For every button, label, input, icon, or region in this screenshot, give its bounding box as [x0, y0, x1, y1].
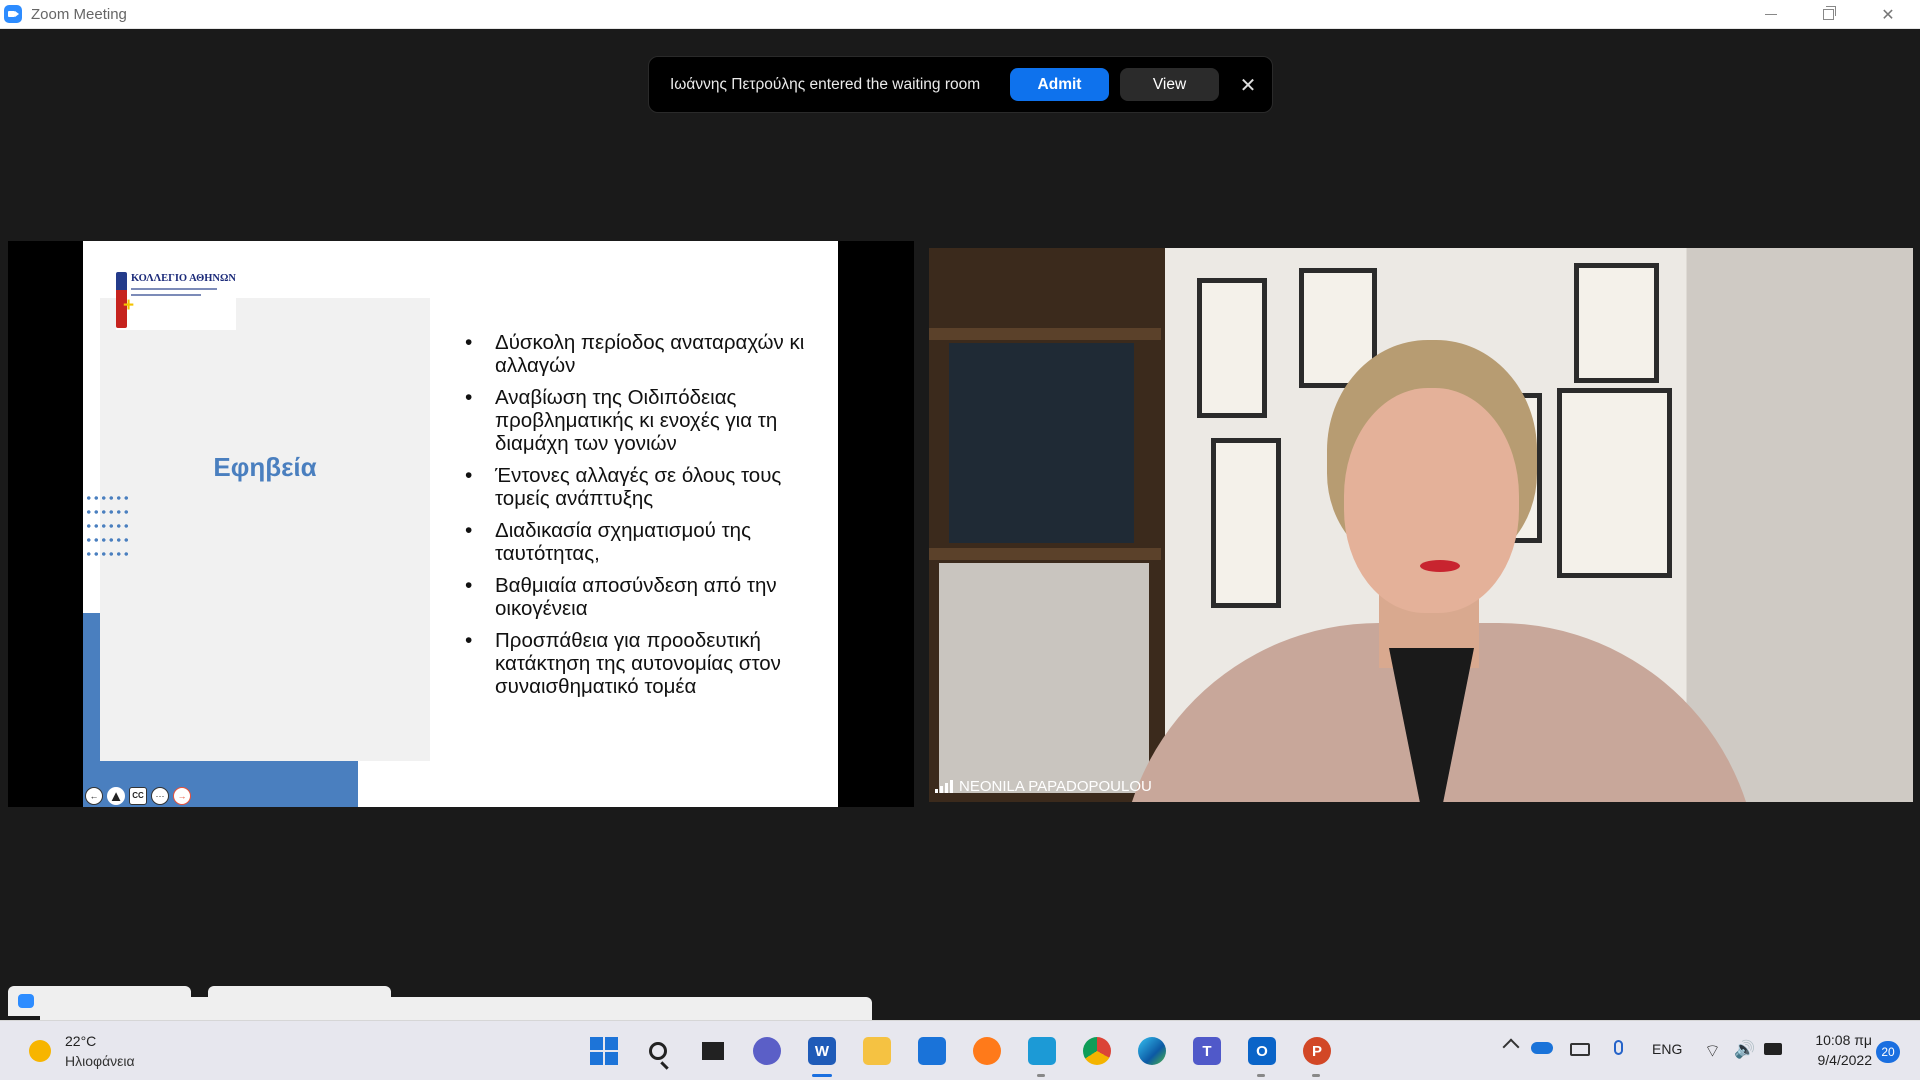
windows-taskbar: 22°C Ηλιοφάνεια W T O P ENG ⌔ 🔊 10:08 πμ… [0, 1020, 1920, 1080]
weather-temperature[interactable]: 22°C [65, 1033, 96, 1049]
video-shelf [929, 328, 1161, 340]
participant-video-tile[interactable]: NEONILA PAPADOPOULOU [929, 248, 1913, 802]
slide-title-panel [100, 298, 430, 761]
start-button[interactable] [587, 1034, 621, 1068]
waiting-room-message: Ιωάννης Πετρούλης entered the waiting ro… [670, 75, 981, 93]
outlook-button[interactable]: O [1245, 1034, 1279, 1077]
slideshow-controls: ← ▲ CC ··· → [85, 786, 191, 806]
teams-chat-button[interactable] [750, 1034, 784, 1068]
mail-button[interactable] [915, 1034, 949, 1068]
volume-icon[interactable]: 🔊 [1734, 1040, 1755, 1060]
zoom-logo-icon [4, 5, 22, 23]
slide-title: Εφηβεία [213, 452, 317, 482]
window-title: Zoom Meeting [31, 5, 127, 23]
zoom-app-button[interactable] [1025, 1034, 1059, 1077]
notification-badge[interactable]: 20 [1876, 1041, 1900, 1063]
wifi-icon[interactable]: ⌔ [1704, 1040, 1721, 1063]
slide-bullet-list: Δύσκολη περίοδος αναταραχών κι αλλαγών Α… [465, 331, 827, 707]
word-button[interactable]: W [805, 1034, 839, 1077]
keyboard-icon[interactable] [1570, 1043, 1590, 1056]
clock-date[interactable]: 9/4/2022 [1803, 1052, 1873, 1068]
windows-logo-icon [590, 1037, 618, 1065]
subtitles-icon[interactable]: CC [129, 787, 147, 805]
admit-button[interactable]: Admit [1010, 68, 1109, 101]
next-slide-icon[interactable]: → [173, 787, 191, 805]
teams-icon: T [1193, 1037, 1221, 1065]
participant-name: NEONILA PAPADOPOULOU [959, 778, 1152, 795]
wall-frame [1574, 263, 1659, 383]
task-view-icon [702, 1037, 730, 1060]
file-explorer-button[interactable] [860, 1034, 894, 1068]
participant-name-label: NEONILA PAPADOPOULOU [935, 778, 1152, 795]
chrome-button[interactable] [1080, 1034, 1114, 1068]
connection-signal-icon [935, 780, 953, 793]
previous-slide-icon[interactable]: ← [85, 787, 103, 805]
outlook-icon: O [1248, 1037, 1276, 1065]
college-crest-icon [116, 272, 134, 328]
teams-button[interactable]: T [1190, 1034, 1224, 1068]
slide-bullet: Δύσκολη περίοδος αναταραχών κι αλλαγών [465, 331, 827, 377]
firefox-button[interactable] [970, 1034, 1004, 1068]
edge-button[interactable] [1135, 1034, 1169, 1068]
folder-icon [863, 1037, 891, 1065]
video-storage-box [939, 563, 1149, 793]
slide-dot-pattern [85, 491, 129, 561]
wall-frame [1211, 438, 1281, 608]
slide-bullet: Αναβίωση της Οιδιπόδειας προβληματικής κ… [465, 386, 827, 455]
close-window-button[interactable]: ✕ [1860, 0, 1916, 29]
clock-time[interactable]: 10:08 πμ [1808, 1032, 1872, 1048]
pen-tool-icon[interactable]: ▲ [107, 787, 125, 805]
zoom-icon [18, 994, 34, 1008]
view-button[interactable]: View [1120, 68, 1219, 101]
chat-icon [753, 1037, 781, 1065]
input-language[interactable]: ENG [1652, 1041, 1682, 1057]
onedrive-icon[interactable] [1531, 1042, 1553, 1054]
powerpoint-icon: P [1303, 1037, 1331, 1065]
weather-description[interactable]: Ηλιοφάνεια [65, 1053, 135, 1069]
video-storage-box [949, 343, 1134, 543]
sun-icon[interactable] [29, 1040, 51, 1062]
restore-icon [1822, 6, 1836, 20]
edge-icon [1138, 1037, 1166, 1065]
presentation-slide: ΚΟΛΛΕΓΙΟ ΑΘΗΝΩΝ Εφηβεία Δύσκολη περίοδος… [83, 241, 838, 807]
search-button[interactable] [641, 1034, 675, 1068]
mail-icon [918, 1037, 946, 1065]
minimized-window-thumbnail[interactable] [40, 997, 872, 1020]
video-shelf [929, 548, 1161, 560]
slide-bullet: Βαθμιαία αποσύνδεση από την οικογένεια [465, 574, 827, 620]
chrome-icon [1083, 1037, 1111, 1065]
college-logo: ΚΟΛΛΕΓΙΟ ΑΘΗΝΩΝ [116, 270, 236, 330]
slide-bullet: Διαδικασία σχηματισμού της ταυτότητας, [465, 519, 827, 565]
slide-bullet: Έντονες αλλαγές σε όλους τους τομείς ανά… [465, 464, 827, 510]
firefox-icon [973, 1037, 1001, 1065]
minimize-icon [1765, 14, 1777, 15]
zoom-icon [1028, 1037, 1056, 1065]
shared-screen-tile[interactable]: ΚΟΛΛΕΓΙΟ ΑΘΗΝΩΝ Εφηβεία Δύσκολη περίοδος… [8, 241, 914, 807]
chevron-up-icon[interactable] [1502, 1038, 1520, 1056]
more-options-icon[interactable]: ··· [151, 787, 169, 805]
waiting-room-notification: Ιωάννης Πετρούλης entered the waiting ro… [648, 56, 1273, 113]
college-logo-title: ΚΟΛΛΕΓΙΟ ΑΘΗΝΩΝ [130, 273, 236, 284]
word-icon: W [808, 1037, 836, 1065]
microphone-icon[interactable] [1614, 1040, 1623, 1055]
powerpoint-button[interactable]: P [1300, 1034, 1334, 1077]
window-titlebar: Zoom Meeting ✕ [0, 0, 1920, 29]
slide-bullet: Προσπάθεια για προοδευτική κατάκτηση της… [465, 629, 827, 698]
task-view-button[interactable] [696, 1034, 730, 1068]
battery-icon[interactable] [1764, 1043, 1782, 1055]
dismiss-notification-button[interactable]: ✕ [1234, 71, 1262, 99]
minimize-button[interactable] [1743, 0, 1799, 29]
search-icon [649, 1042, 667, 1060]
wall-frame [1557, 388, 1672, 578]
wall-frame [1197, 278, 1267, 418]
participant-lips [1420, 560, 1460, 572]
participant-face [1344, 388, 1519, 613]
restore-button[interactable] [1800, 0, 1856, 29]
